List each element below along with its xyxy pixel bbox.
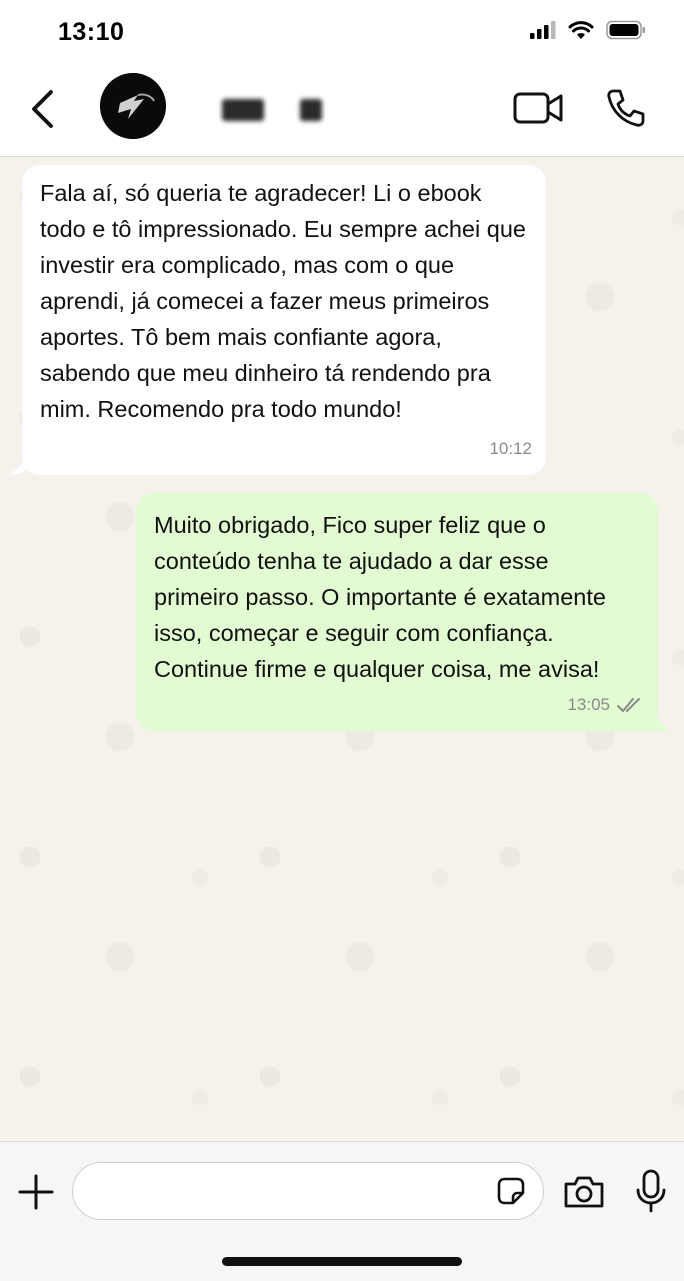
contact-name-redacted <box>222 98 322 122</box>
sticker-icon <box>497 1177 525 1205</box>
message-input-field[interactable] <box>72 1162 544 1220</box>
status-time: 13:10 <box>58 18 125 46</box>
signal-icon <box>530 21 556 39</box>
avatar-logo <box>100 73 166 139</box>
message-text: Muito obrigado, Fico super feliz que o c… <box>154 512 606 682</box>
message-incoming[interactable]: Fala aí, só queria te agradecer! Li o eb… <box>22 165 546 475</box>
message-text: Fala aí, só queria te agradecer! Li o eb… <box>40 180 526 422</box>
message-time: 10:12 <box>489 439 532 458</box>
phone-icon <box>607 89 645 127</box>
message-time: 13:05 <box>567 695 610 714</box>
chat-header <box>0 64 684 157</box>
microphone-icon <box>636 1169 666 1213</box>
plus-icon <box>18 1174 54 1210</box>
chevron-left-icon <box>32 90 53 128</box>
redacted-block <box>300 99 322 121</box>
chat-area[interactable]: Fala aí, só queria te agradecer! Li o eb… <box>0 157 684 1141</box>
battery-icon <box>606 20 645 40</box>
microphone-button[interactable] <box>634 1168 668 1214</box>
attach-button[interactable] <box>16 1172 56 1212</box>
home-indicator[interactable] <box>222 1257 462 1266</box>
status-bar: 13:10 <box>0 0 684 64</box>
camera-icon <box>564 1176 604 1208</box>
video-call-button[interactable] <box>512 86 566 130</box>
voice-call-button[interactable] <box>604 86 648 130</box>
message-outgoing[interactable]: Muito obrigado, Fico super feliz que o c… <box>136 493 658 731</box>
avatar[interactable] <box>100 73 166 139</box>
camera-button[interactable] <box>562 1173 606 1211</box>
redacted-block <box>222 99 264 121</box>
message-meta: 10:12 <box>489 431 532 467</box>
double-check-icon <box>617 698 640 712</box>
wifi-icon <box>568 20 594 39</box>
back-button[interactable] <box>22 84 62 134</box>
message-meta: 13:05 <box>567 687 644 723</box>
status-icons <box>530 20 646 40</box>
sticker-button[interactable] <box>495 1175 527 1207</box>
video-call-icon <box>513 92 563 124</box>
message-input[interactable] <box>91 1163 495 1219</box>
